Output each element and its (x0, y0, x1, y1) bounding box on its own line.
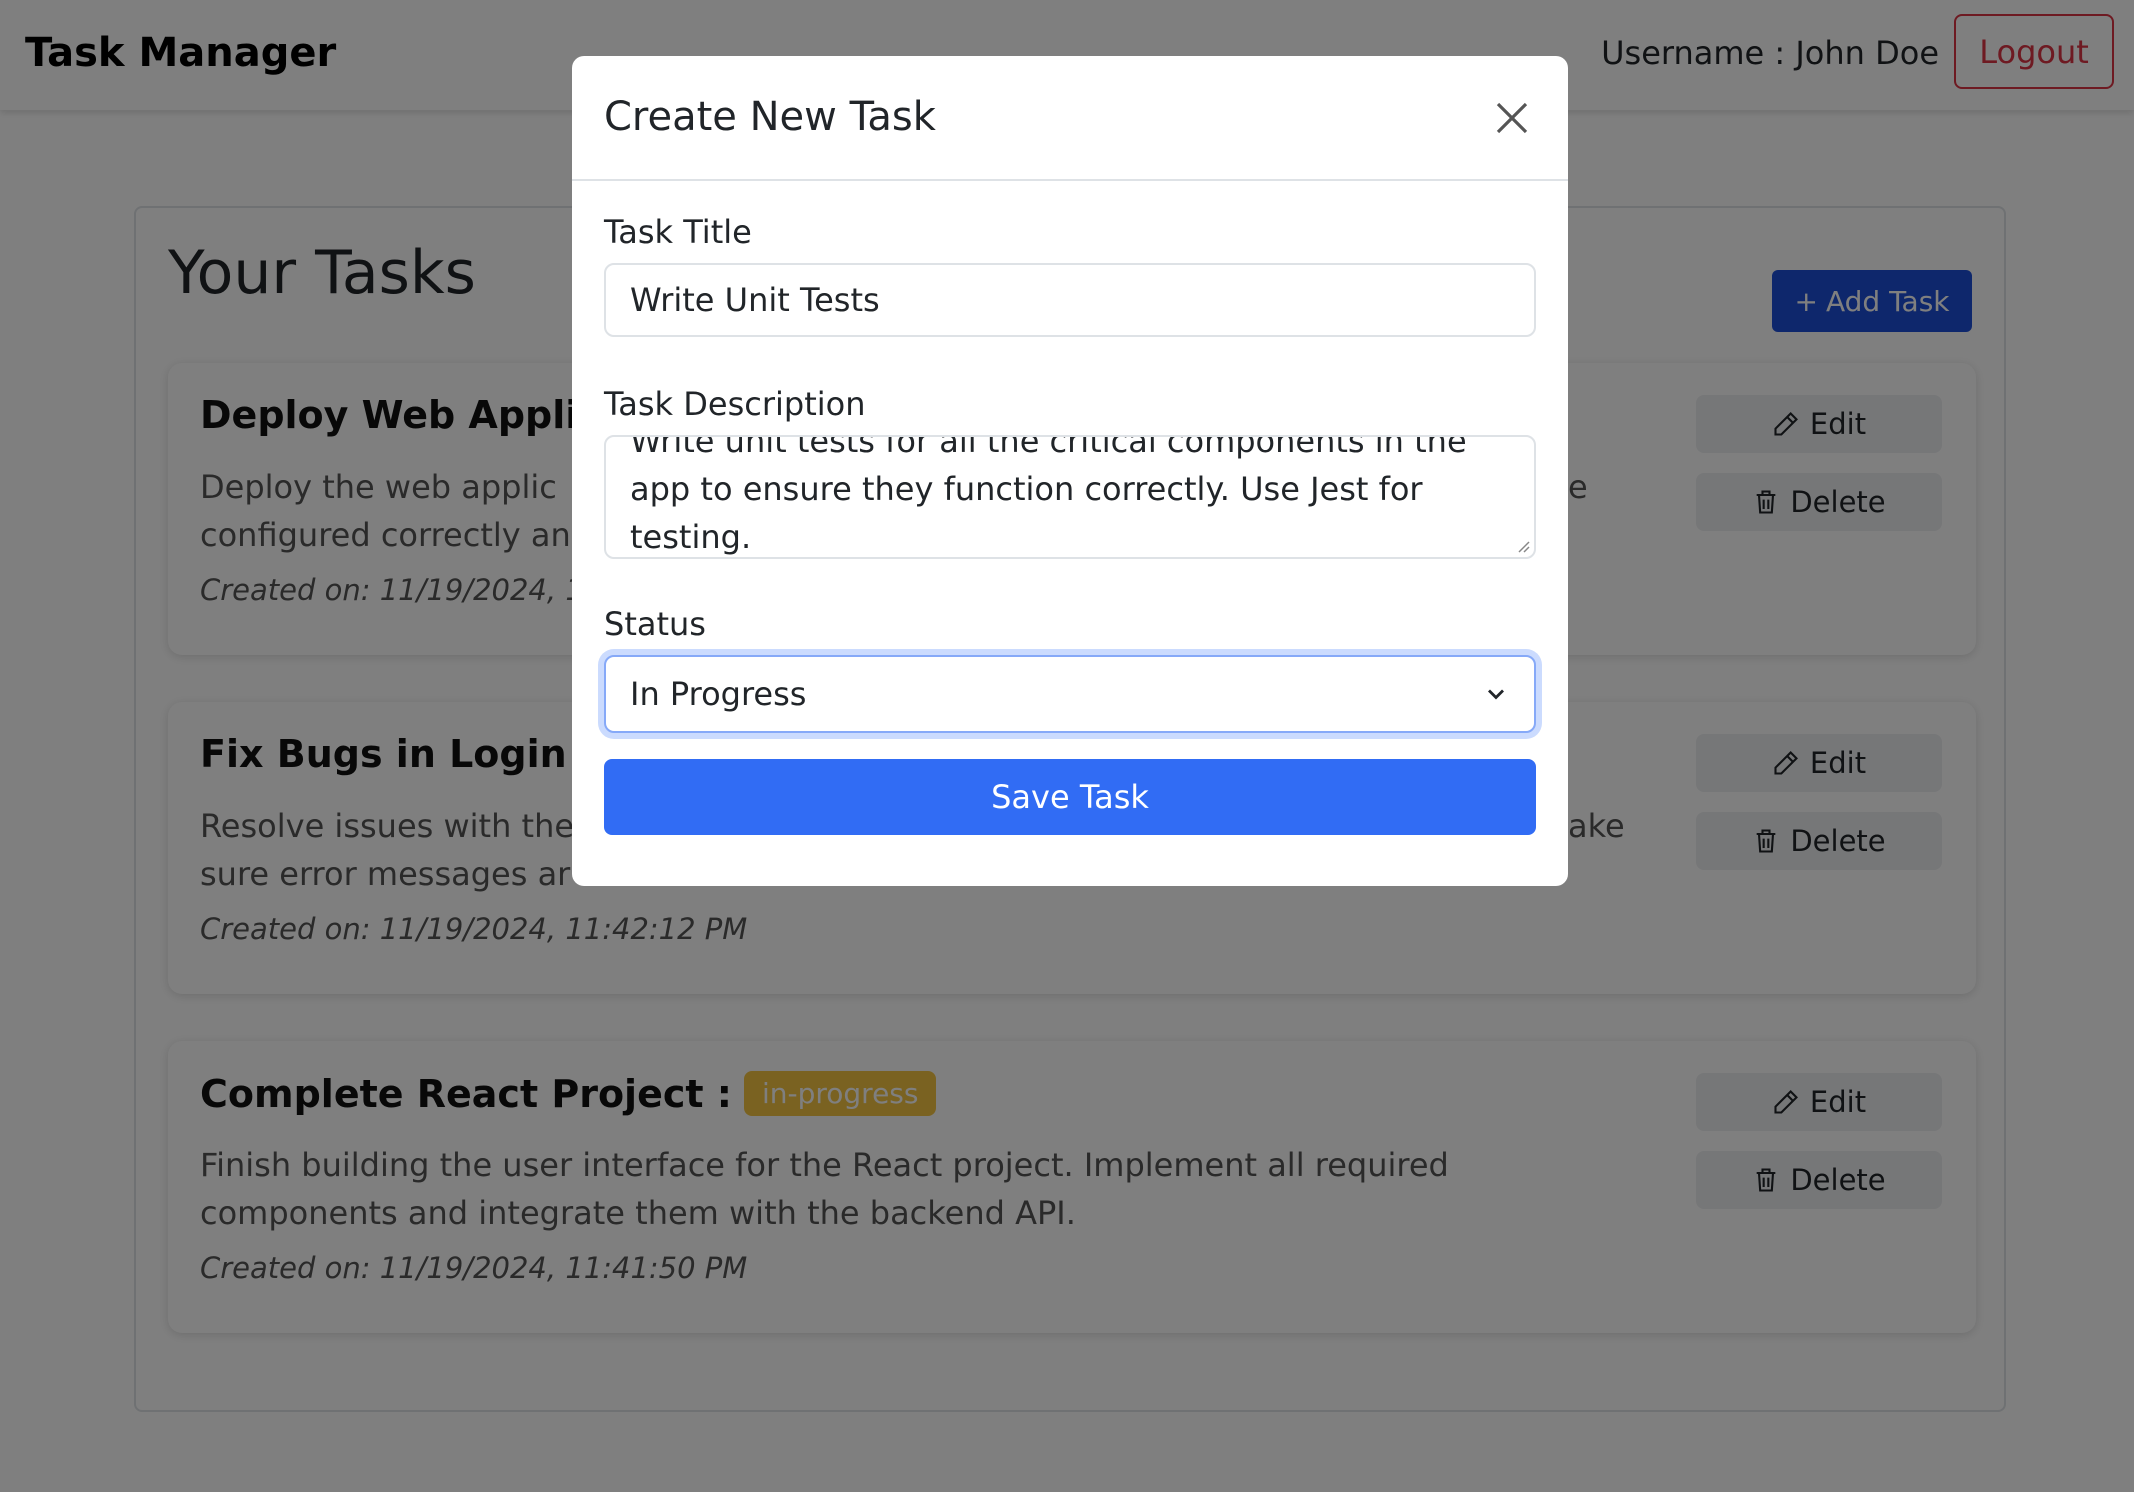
task-title-label: Task Title (604, 213, 752, 251)
create-task-modal: Create New Task Task Title Task Descript… (572, 56, 1568, 886)
status-select[interactable]: In Progress (604, 655, 1536, 733)
task-title-input[interactable] (604, 263, 1536, 337)
modal-title: Create New Task (604, 94, 936, 140)
status-label: Status (604, 605, 706, 643)
close-icon (1496, 102, 1528, 134)
modal-header: Create New Task (572, 56, 1568, 181)
chevron-down-icon (1488, 689, 1504, 700)
task-description-text: Write unit tests for all the critical co… (630, 435, 1467, 556)
close-button[interactable] (1488, 94, 1536, 142)
task-description-label: Task Description (604, 385, 866, 423)
resize-grip-icon[interactable] (1514, 537, 1530, 553)
save-task-button[interactable]: Save Task (604, 759, 1536, 835)
task-description-textarea[interactable]: Write unit tests for all the critical co… (604, 435, 1536, 559)
status-select-value: In Progress (630, 675, 807, 713)
